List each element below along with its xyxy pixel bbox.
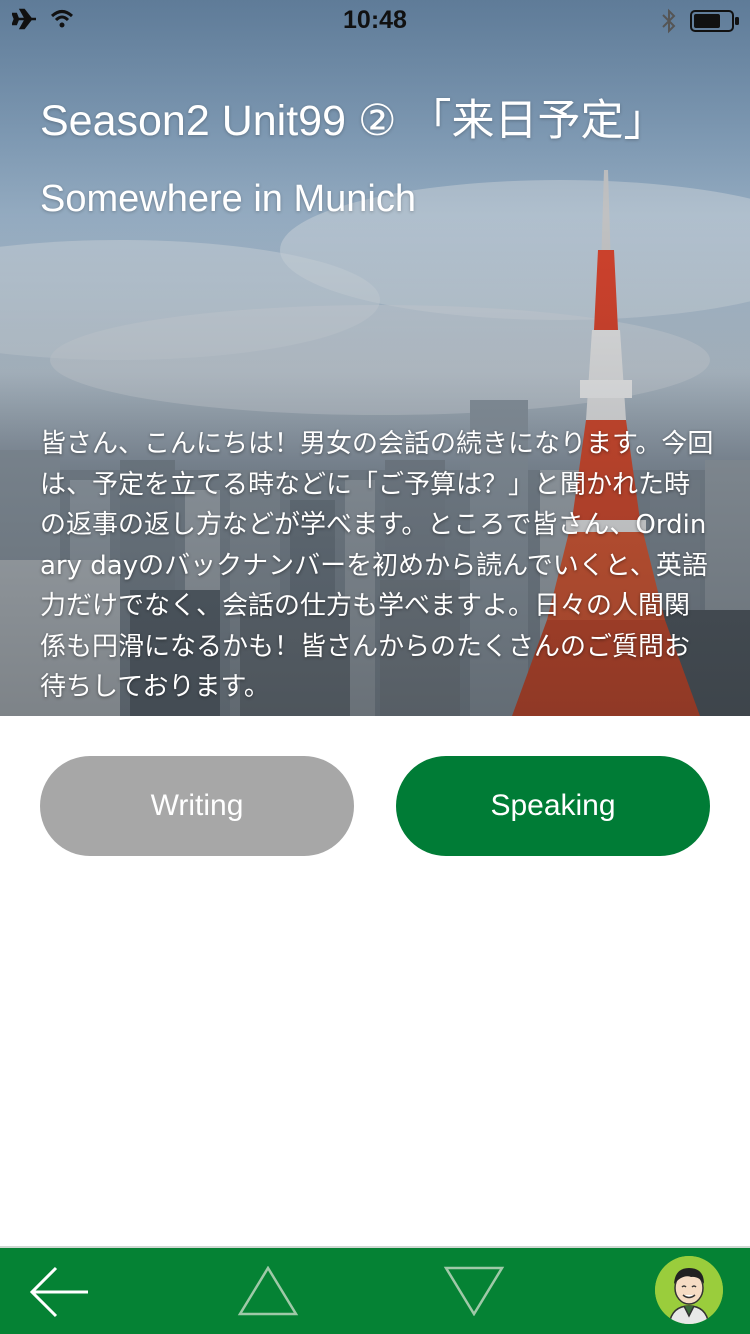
screen: 10:48 Season2 Unit99 ② 「来日予定」 Somewhere … bbox=[0, 0, 750, 1334]
back-arrow-icon[interactable] bbox=[26, 1262, 92, 1327]
page-title: Season2 Unit99 ② 「来日予定」 bbox=[40, 97, 667, 145]
speaking-button[interactable]: Speaking bbox=[396, 756, 710, 856]
writing-button[interactable]: Writing bbox=[40, 756, 354, 856]
lesson-description: 皆さん、こんにちは！男女の会話の続きになります。今回は、予定を立てる時などに「ご… bbox=[40, 429, 714, 702]
avatar-icon[interactable] bbox=[655, 1256, 723, 1324]
status-bar: 10:48 bbox=[0, 0, 750, 40]
status-time: 10:48 bbox=[343, 6, 407, 34]
page-subtitle: Somewhere in Munich bbox=[40, 178, 416, 220]
bottom-toolbar bbox=[0, 1246, 750, 1334]
down-triangle-icon[interactable] bbox=[442, 1266, 506, 1321]
bluetooth-icon bbox=[660, 7, 678, 40]
up-triangle-icon[interactable] bbox=[236, 1265, 300, 1321]
battery-icon bbox=[690, 10, 740, 37]
